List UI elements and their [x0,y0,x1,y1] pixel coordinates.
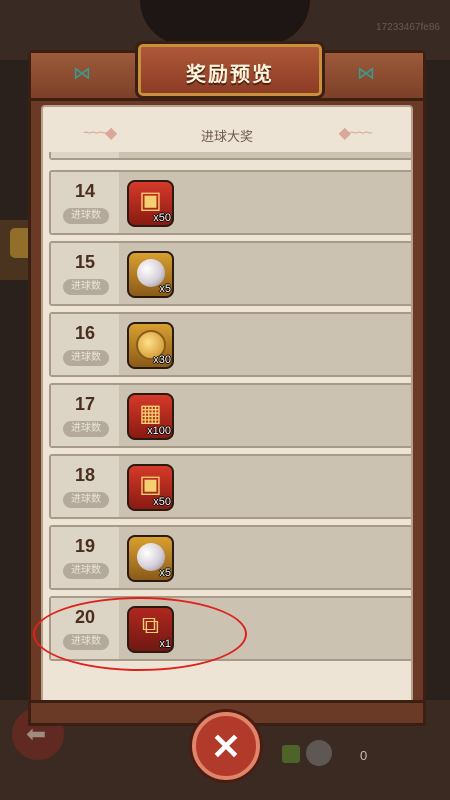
reward-row: 14 进球数 ▣ x50 [49,170,411,235]
goals-label: 进球数 [63,279,109,295]
goals-label: 进球数 [63,492,109,508]
item-count: x5 [159,283,171,295]
reward-row: 16 进球数 x30 [49,312,411,377]
item-count: x50 [153,496,171,508]
background-ball-icon [306,740,332,766]
close-icon: ✕ [210,726,242,767]
row-left-panel: 15 进球数 [51,243,119,304]
goals-label: 进球数 [63,563,109,579]
item-count: x30 [153,354,171,366]
reward-row-partial: 进球数 x100 [49,152,411,160]
row-left-panel: 14 进球数 [51,172,119,233]
reward-row: 18 进球数 ▣ x50 [49,454,411,519]
gift-crate-icon[interactable]: ▦ x100 [127,393,174,440]
background-plus-icon [282,745,300,763]
reward-row: 19 进球数 x5 [49,525,411,590]
crate-glyph: ▦ [139,400,162,427]
row-left-panel: 18 进球数 [51,456,119,517]
fish-icon: ◆~~~ [338,125,373,142]
background-score: 0 [360,748,368,763]
fish-icon: ⋈ [73,63,91,83]
row-left-panel: 16 进球数 [51,314,119,375]
goals-number: 14 [74,181,96,201]
fish-icon: ⋈ [357,63,375,83]
goals-label: 进球数 [63,421,109,437]
red-chest-icon[interactable]: ▣ x50 [127,180,174,227]
reward-row: 15 进球数 x5 [49,241,411,306]
subtitle-row: ~~~◆ 进球大奖 ◆~~~ [43,119,411,145]
item-count: x5 [159,567,171,579]
dialog-title: 奖励预览 [186,64,274,86]
goals-number: 16 [74,323,96,343]
row-left-panel: 17 进球数 [51,385,119,446]
goals-number: 19 [74,536,96,556]
row-left-panel: 19 进球数 [51,527,119,588]
close-button[interactable]: ✕ [192,712,260,780]
goals-number: 15 [74,252,96,272]
goals-number: 18 [74,465,96,485]
red-chest-icon[interactable]: ▣ x50 [127,464,174,511]
gold-coin-icon[interactable]: x30 [127,322,174,369]
goals-label: 进球数 [63,208,109,224]
goals-number: 17 [74,394,96,414]
reward-row: 17 进球数 ▦ x100 [49,383,411,448]
goals-label: 进球数 [63,350,109,366]
user-id-label: 17233467fe86 [376,22,440,33]
chest-glyph: ▣ [139,471,162,498]
chest-glyph: ▣ [139,187,162,214]
row-left-panel: 进球数 [51,152,119,158]
item-count: x50 [153,212,171,224]
pearl-icon[interactable]: x5 [127,251,174,298]
title-plate: 奖励预览 [135,41,325,99]
pearl-icon[interactable]: x5 [127,535,174,582]
highlight-annotation-ellipse [33,597,247,671]
background-arc [140,0,310,45]
item-count: x100 [147,425,171,437]
